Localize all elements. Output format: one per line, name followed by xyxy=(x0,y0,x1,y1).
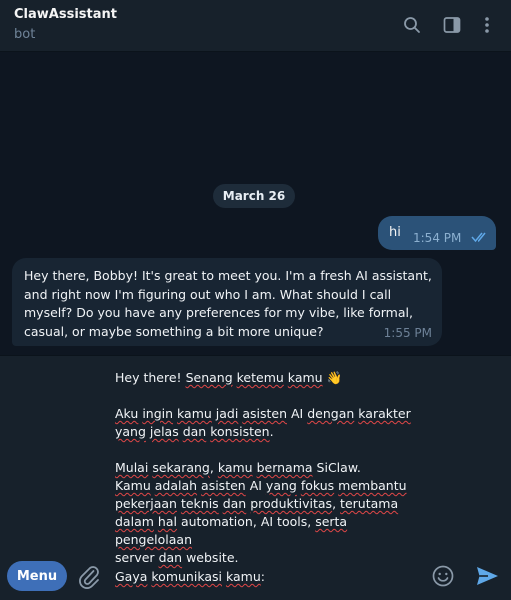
chat-title[interactable]: ClawAssistant xyxy=(14,7,117,22)
message-text: hi xyxy=(389,225,401,240)
incoming-message[interactable]: Hey there, Bobby! It's great to meet you… xyxy=(12,258,442,346)
draft-line: Kamu adalah asisten AI yang fokus memban… xyxy=(115,478,407,493)
sidebar-toggle-icon[interactable] xyxy=(441,14,463,36)
outgoing-message[interactable]: hi 1:54 PM xyxy=(378,216,496,250)
draft-line: Hey there! Senang ketemu kamu 👋 xyxy=(115,370,343,385)
message-time: 1:54 PM xyxy=(413,231,462,245)
draft-line: yang jelas dan konsisten. xyxy=(115,424,274,439)
emoji-icon[interactable] xyxy=(431,564,455,588)
draft-line: Aku ingin kamu jadi asisten AI dengan ka… xyxy=(115,406,411,421)
draft-line: pekerjaan teknis dan produktivitas, teru… xyxy=(115,496,399,511)
more-vertical-icon[interactable] xyxy=(476,14,498,36)
chat-subtitle: bot xyxy=(14,27,36,42)
draft-line: server dan website. xyxy=(115,550,239,565)
read-check-icon xyxy=(471,232,486,243)
menu-button[interactable]: Menu xyxy=(7,561,67,591)
message-list[interactable]: March 26 hi 1:54 PM Hey there, Bobby! It… xyxy=(0,52,511,355)
draft-line: dalam hal automation, AI tools, serta pe… xyxy=(115,514,348,547)
message-time: 1:55 PM xyxy=(383,326,432,340)
send-icon[interactable] xyxy=(474,563,500,589)
composer: Hey there! Senang ketemu kamu 👋 Aku ingi… xyxy=(0,355,511,600)
search-icon[interactable] xyxy=(401,14,423,36)
attach-icon[interactable] xyxy=(77,564,101,590)
message-text: Hey there, Bobby! It's great to meet you… xyxy=(24,268,432,339)
draft-line: Mulai sekarang, kamu bernama SiClaw. xyxy=(115,460,361,475)
date-separator: March 26 xyxy=(213,184,295,208)
message-input[interactable]: Hey there! Senang ketemu kamu 👋 Aku ingi… xyxy=(115,369,425,567)
chat-header: ClawAssistant bot xyxy=(0,0,511,52)
draft-line-current[interactable]: Gaya komunikasi kamu: xyxy=(115,569,265,584)
